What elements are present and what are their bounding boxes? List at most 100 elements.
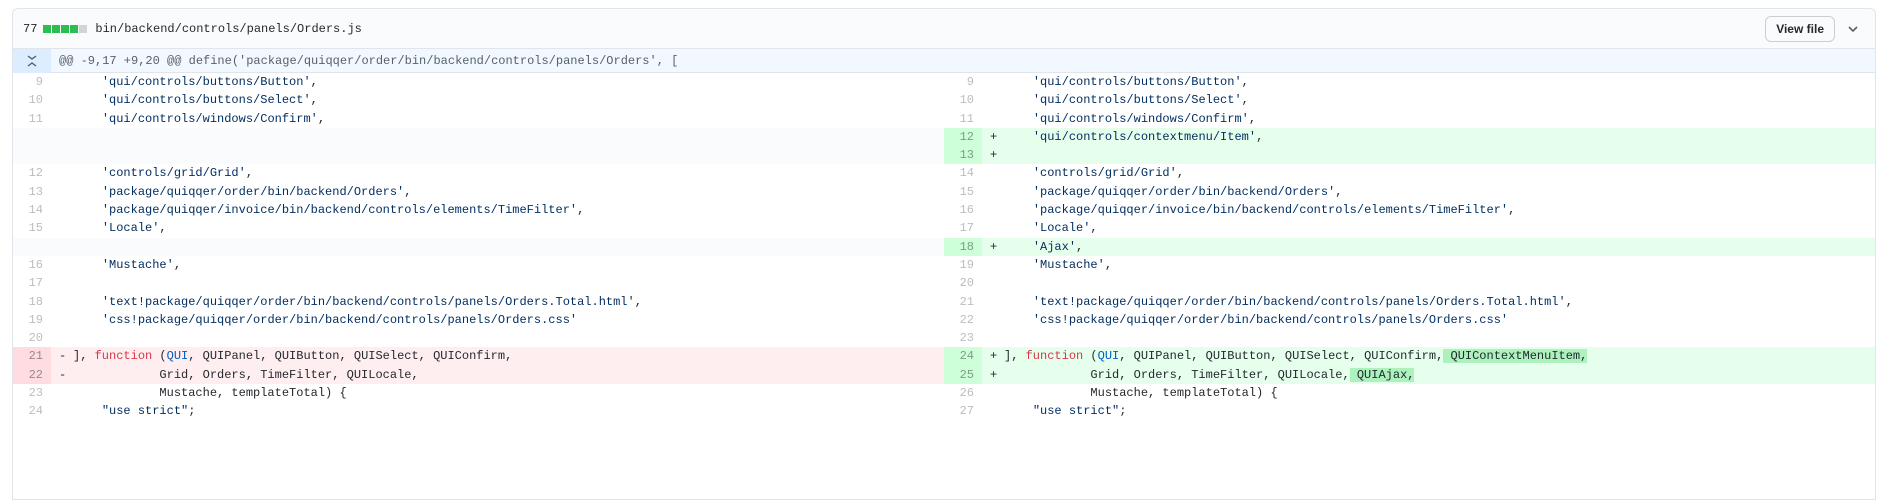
line-number[interactable]: 17 [13, 274, 51, 292]
diff-left-side: 21-], function (QUI, QUIPanel, QUIButton… [13, 347, 944, 366]
line-number[interactable]: 23 [944, 329, 982, 347]
diff-left-side: 17 [13, 274, 944, 292]
diff-row: 22- Grid, Orders, TimeFilter, QUILocale,… [13, 365, 1875, 385]
code-line: 'qui/controls/buttons/Select', [51, 91, 944, 109]
line-number[interactable]: 14 [13, 201, 51, 219]
code-line: 'package/quiqqer/order/bin/backend/Order… [51, 183, 944, 201]
highlighted-change: QUIContextMenuItem, [1443, 349, 1588, 364]
file-header: 77 bin/backend/controls/panels/Orders.js… [13, 9, 1875, 49]
line-number[interactable]: 26 [944, 384, 982, 402]
diff-right-side: 26 Mustache, templateTotal) { [944, 384, 1875, 402]
file-path[interactable]: bin/backend/controls/panels/Orders.js [95, 22, 361, 36]
diff-left-side [13, 127, 944, 147]
line-number[interactable]: 11 [13, 110, 51, 128]
diff-marker: + [990, 239, 998, 254]
expand-icon[interactable] [13, 48, 51, 73]
change-count: 77 [23, 21, 38, 36]
line-number[interactable]: 22 [13, 365, 51, 385]
line-number[interactable]: 17 [944, 219, 982, 237]
code-line: "use strict"; [982, 402, 1875, 420]
code-text: "use strict"; [1032, 404, 1127, 419]
line-number[interactable]: 20 [944, 274, 982, 292]
line-number[interactable]: 10 [13, 91, 51, 109]
line-number[interactable]: 14 [944, 164, 982, 182]
diff-left-side: 13 'package/quiqqer/order/bin/backend/Or… [13, 183, 944, 201]
line-number[interactable]: 23 [13, 384, 51, 402]
code-text: ], function (QUI, QUIPanel, QUIButton, Q… [1004, 349, 1444, 364]
code-text: 'package/quiqqer/order/bin/backend/Order… [101, 184, 412, 199]
line-number[interactable]: 13 [13, 183, 51, 201]
line-number[interactable]: 21 [944, 293, 982, 311]
hunk-header: @@ -9,17 +9,20 @@ define('package/quiqqe… [13, 48, 1875, 73]
diff-marker: + [990, 129, 998, 144]
line-number[interactable]: 21 [13, 347, 51, 366]
diff-right-side: 20 [944, 274, 1875, 292]
code-line: + 'qui/controls/contextmenu/Item', [982, 127, 1875, 147]
code-line: 'qui/controls/buttons/Select', [982, 91, 1875, 109]
code-text: 'controls/grid/Grid', [1032, 166, 1185, 181]
code-text: 'text!package/quiqqer/order/bin/backend/… [101, 294, 642, 309]
code-line: 'Locale', [982, 219, 1875, 237]
diff-row: 18 + 'Ajax', [13, 237, 1875, 256]
code-text: Mustache, templateTotal) { [73, 386, 347, 401]
diff-row: 17 20 [13, 274, 1875, 292]
line-number[interactable]: 24 [13, 402, 51, 420]
line-number[interactable]: 12 [944, 127, 982, 147]
diff-left-side: 18 'text!package/quiqqer/order/bin/backe… [13, 293, 944, 311]
code-line: 'package/quiqqer/invoice/bin/backend/con… [982, 201, 1875, 219]
diff-right-side: 15 'package/quiqqer/order/bin/backend/Or… [944, 183, 1875, 201]
diff-marker: + [990, 148, 998, 163]
diff-right-side: 12 + 'qui/controls/contextmenu/Item', [944, 127, 1875, 147]
line-number[interactable]: 19 [13, 311, 51, 329]
line-number[interactable]: 20 [13, 329, 51, 347]
code-line: +], function (QUI, QUIPanel, QUIButton, … [982, 347, 1875, 366]
code-line: 'text!package/quiqqer/order/bin/backend/… [51, 293, 944, 311]
diff-right-side: 21 'text!package/quiqqer/order/bin/backe… [944, 293, 1875, 311]
code-line: 'package/quiqqer/invoice/bin/backend/con… [51, 201, 944, 219]
line-number[interactable]: 27 [944, 402, 982, 420]
line-number[interactable]: 13 [944, 146, 982, 165]
line-number[interactable]: 15 [944, 183, 982, 201]
hunk-header-text: @@ -9,17 +9,20 @@ define('package/quiqqe… [59, 53, 679, 68]
line-number[interactable]: 16 [13, 256, 51, 274]
code-line: 'controls/grid/Grid', [51, 164, 944, 182]
line-number [13, 127, 51, 147]
code-line: -], function (QUI, QUIPanel, QUIButton, … [51, 347, 944, 366]
view-file-button[interactable]: View file [1765, 15, 1835, 42]
line-number[interactable]: 18 [944, 237, 982, 256]
line-number[interactable]: 18 [13, 293, 51, 311]
code-line: 'qui/controls/windows/Confirm', [982, 110, 1875, 128]
code-line: + Grid, Orders, TimeFilter, QUILocale, Q… [982, 365, 1875, 385]
line-number[interactable]: 24 [944, 347, 982, 366]
diff-row: 16 'Mustache', 19 'Mustache', [13, 256, 1875, 274]
line-number[interactable]: 10 [944, 91, 982, 109]
diff-row: 21-], function (QUI, QUIPanel, QUIButton… [13, 347, 1875, 366]
code-text: 'css!package/quiqqer/order/bin/backend/c… [1032, 312, 1509, 327]
line-number[interactable]: 16 [944, 201, 982, 219]
line-number[interactable]: 15 [13, 219, 51, 237]
line-number[interactable]: 11 [944, 110, 982, 128]
line-number[interactable]: 19 [944, 256, 982, 274]
code-text: 'text!package/quiqqer/order/bin/backend/… [1032, 294, 1573, 309]
line-number[interactable]: 9 [13, 73, 51, 91]
diff-left-side: 12 'controls/grid/Grid', [13, 164, 944, 182]
diff-row: 20 23 [13, 329, 1875, 347]
diff-row: 19 'css!package/quiqqer/order/bin/backen… [13, 311, 1875, 329]
diff-right-side: 19 'Mustache', [944, 256, 1875, 274]
code-line: 'qui/controls/buttons/Button', [982, 73, 1875, 91]
code-text: 'qui/controls/windows/Confirm', [1032, 111, 1257, 126]
diff-left-side: 15 'Locale', [13, 219, 944, 237]
line-number[interactable]: 9 [944, 73, 982, 91]
chevron-down-icon[interactable] [1843, 19, 1863, 39]
line-number[interactable]: 22 [944, 311, 982, 329]
code-text: Grid, Orders, TimeFilter, QUILocale, [1004, 367, 1350, 382]
diff-left-side: 20 [13, 329, 944, 347]
line-number[interactable]: 12 [13, 164, 51, 182]
code-text: 'package/quiqqer/order/bin/backend/Order… [1032, 184, 1343, 199]
line-number[interactable]: 25 [944, 365, 982, 385]
diff-left-side: 10 'qui/controls/buttons/Select', [13, 91, 944, 109]
